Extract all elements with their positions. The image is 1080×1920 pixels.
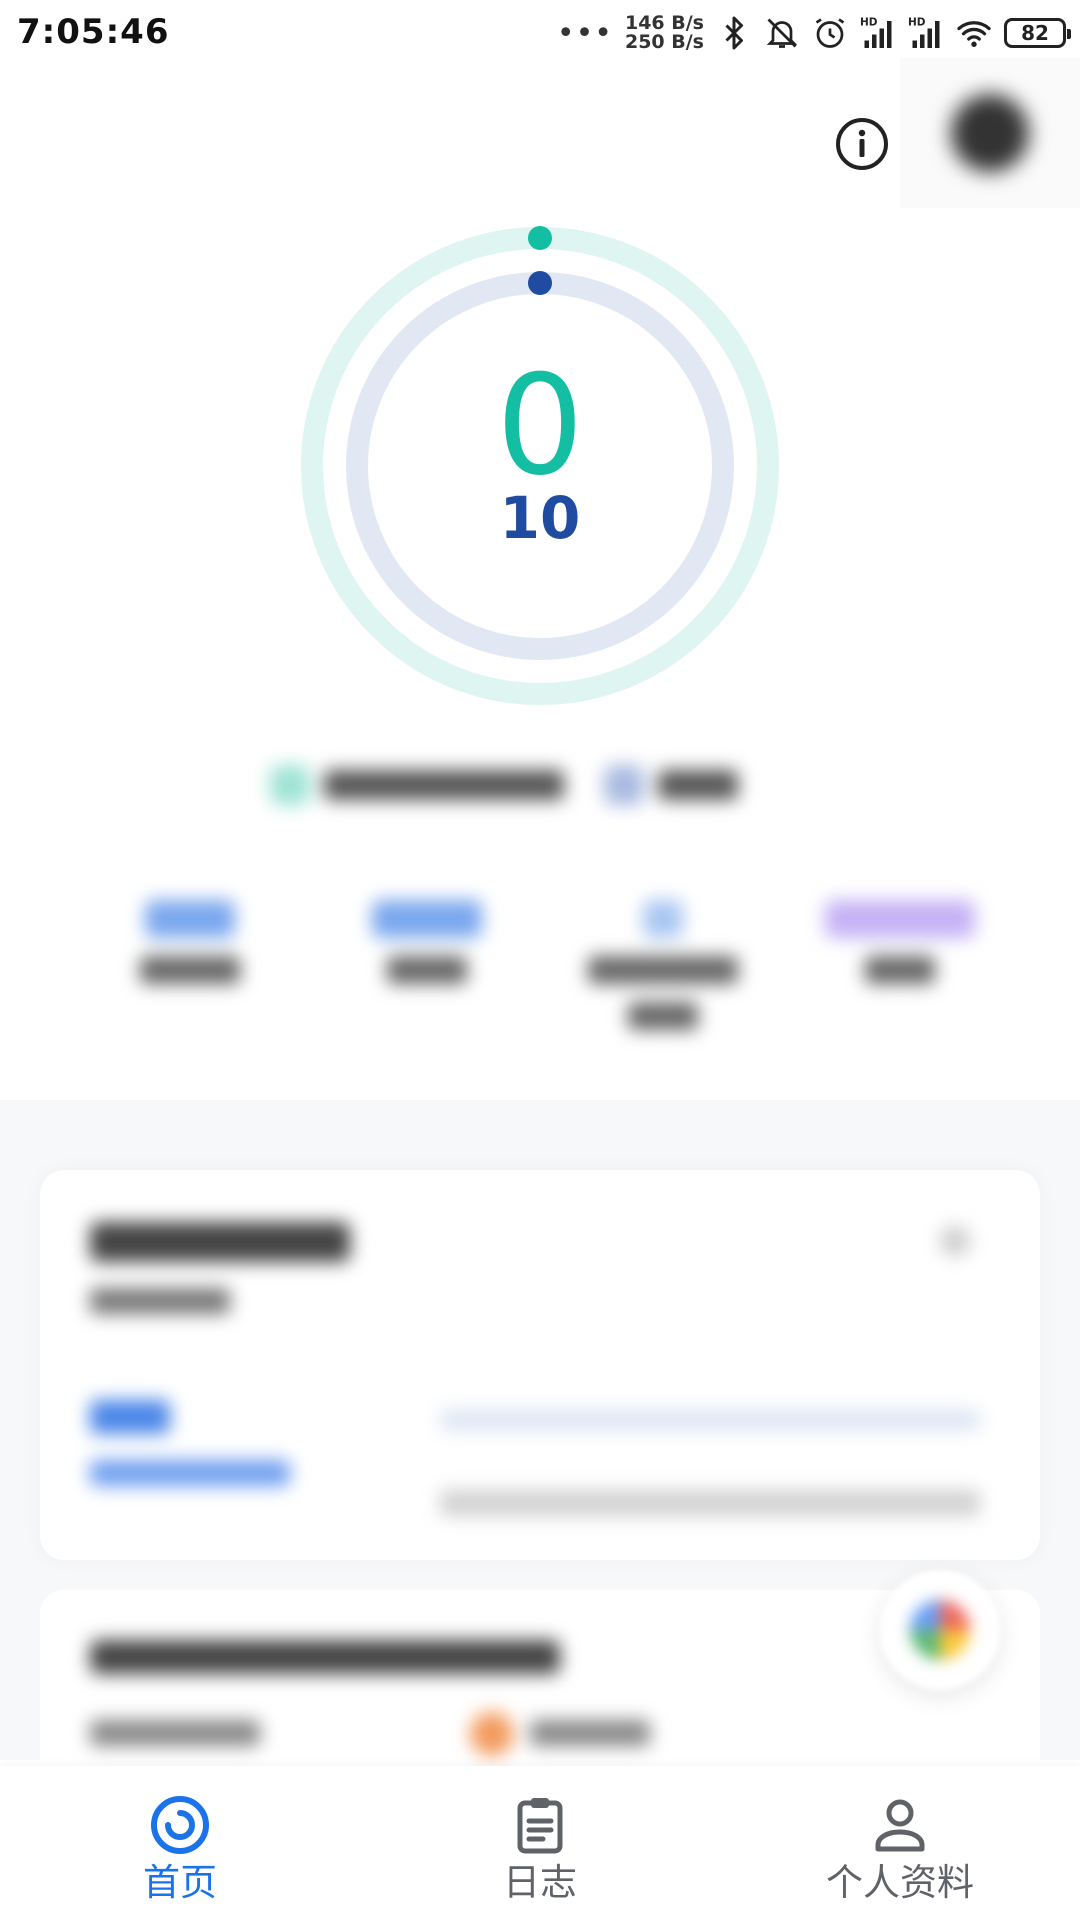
metric-blurred [327,900,527,1070]
nav-label-profile: 个人资料 [826,1861,974,1904]
info-icon[interactable] [834,116,890,172]
svg-text:HD: HD [860,17,878,29]
status-time: 7:05:46 [17,12,170,52]
fab-logo-icon [910,1600,970,1660]
more-dots-icon: ••• [556,15,613,51]
metric-blurred [90,900,290,1070]
bottom-navigation: 首页 日志 个人资料 [0,1766,1080,1920]
floating-action-button[interactable] [880,1570,1000,1690]
muted-bell-icon [766,18,798,48]
legend-item-blurred [604,765,738,805]
signal-hd-icon: HD [908,17,940,48]
download-speed: 250 B/s [624,31,704,53]
inner-ring-indicator [528,271,552,295]
metric-blurred [800,900,1000,1070]
nav-label-home: 首页 [143,1861,217,1904]
nav-item-journal[interactable]: 日志 [360,1766,720,1920]
battery-level: 82 [1021,21,1049,45]
avatar[interactable] [900,58,1080,208]
nav-item-home[interactable]: 首页 [0,1766,360,1920]
battery-icon: 82 [1004,18,1071,48]
bluetooth-icon [725,16,743,50]
second-card-content-blurred [80,1640,780,1760]
nav-label-journal: 日志 [503,1861,577,1904]
home-ring-icon [151,1796,209,1854]
legend-item-blurred [270,765,564,805]
outer-ring-value: 0 [496,345,584,506]
status-icons: ••• 146 B/s 250 B/s HD HD 82 [556,8,1071,58]
person-icon [875,1799,925,1852]
alarm-icon [815,18,845,48]
svg-text:HD: HD [908,17,926,29]
screen: 7:05:46 ••• 146 B/s 250 B/s HD HD 82 0 1… [0,0,1080,1920]
wifi-icon [957,21,991,47]
nav-item-profile[interactable]: 个人资料 [720,1766,1080,1920]
inner-ring-value: 10 [499,484,581,552]
network-speed: 146 B/s 250 B/s [625,14,704,52]
metrics-row-blurred [90,900,1000,1070]
outer-ring-indicator [528,226,552,250]
metric-blurred [563,900,763,1070]
signal-hd-icon: HD [860,17,892,48]
ring-legend-blurred [270,760,810,810]
weekly-card-content-blurred [80,1200,1000,1530]
status-bar: 7:05:46 ••• 146 B/s 250 B/s HD HD 82 [0,0,1080,66]
avatar-image [951,94,1029,172]
clipboard-icon [517,1798,563,1854]
